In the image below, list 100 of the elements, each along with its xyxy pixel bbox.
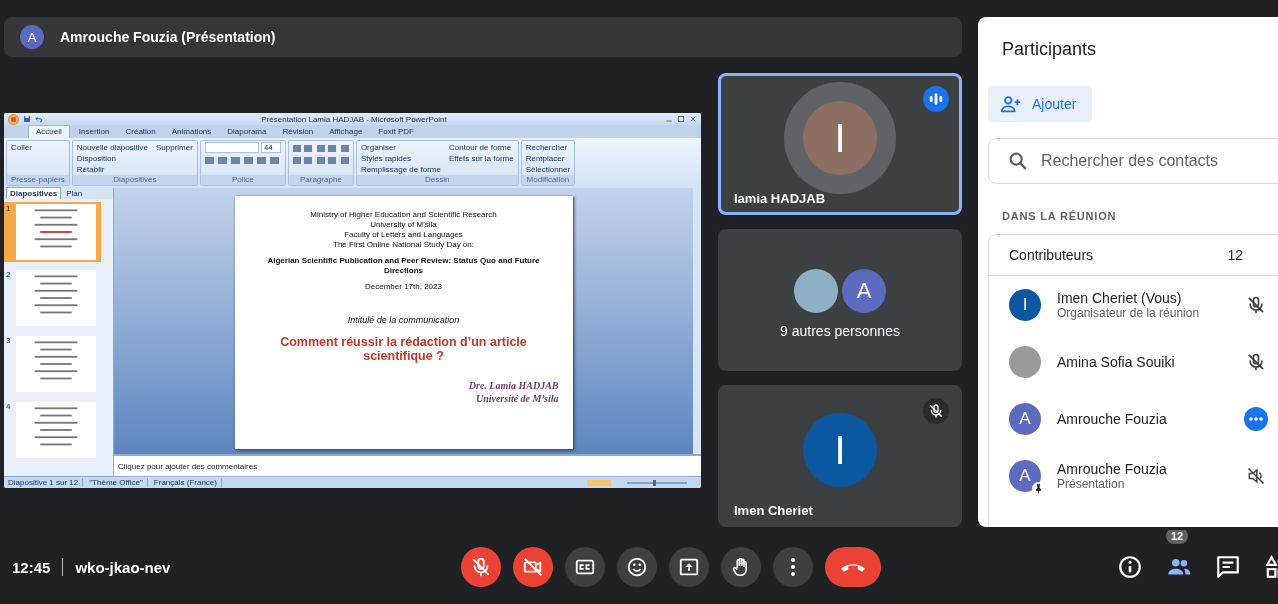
microphone-off-icon — [470, 556, 492, 578]
ribbon-tab[interactable]: Révision — [275, 126, 321, 138]
maximize-icon[interactable] — [677, 115, 685, 123]
present-button[interactable] — [669, 547, 709, 587]
ribbon-tab[interactable]: Diaporama — [220, 126, 274, 138]
camera-button[interactable] — [513, 547, 553, 587]
group-label: Contributeurs — [1009, 247, 1094, 263]
font-size-field[interactable]: 44 — [260, 142, 281, 153]
ribbon-button[interactable]: Sélectionner — [525, 164, 571, 175]
photo-placeholder — [794, 269, 838, 313]
participant-name: Imen Cheriet (Vous) — [1057, 289, 1183, 306]
ribbon-button[interactable]: Rechercher — [525, 142, 571, 153]
font-name-field[interactable] — [204, 142, 259, 153]
ribbon-tab[interactable]: Foxit PDF — [371, 126, 421, 138]
count-badge: 12 — [1166, 530, 1189, 544]
office-button-icon[interactable] — [8, 113, 19, 125]
ribbon-group-label: Dessin — [356, 175, 518, 185]
ribbon-button[interactable]: Disposition — [76, 153, 148, 164]
slide-thumbnail[interactable]: 2 — [4, 268, 101, 328]
search-field[interactable]: Rechercher des contacts — [988, 138, 1278, 184]
participant-name: Amina Sofia Souiki — [1057, 353, 1176, 370]
participant-role: Organisateur de la réunion — [1057, 305, 1201, 320]
ribbon-button[interactable]: Organiser — [360, 142, 441, 153]
slide-number: 4 — [6, 402, 12, 413]
participant-name: Amrouche Fouzia — [1057, 460, 1168, 477]
raise-hand-button[interactable] — [721, 547, 761, 587]
avatar: I — [803, 101, 877, 175]
slide-title: Comment réussir la rédaction d’un article scientifique ? — [279, 335, 528, 363]
ribbon-tab[interactable]: Affichage — [322, 126, 370, 138]
more-vertical-icon — [790, 557, 796, 577]
ribbon-button[interactable]: Rétablir — [76, 164, 148, 175]
pane-tab[interactable]: Diapositives — [6, 187, 62, 199]
status-text: "Thème Office" — [85, 478, 148, 487]
phone-hangup-icon — [841, 561, 865, 573]
slide-subtitle: Intitulé de la communication — [347, 315, 460, 325]
present-screen-icon — [678, 556, 700, 578]
chat-icon — [1215, 554, 1241, 580]
close-icon[interactable] — [689, 115, 697, 123]
ribbon-group-label: Police — [200, 175, 285, 185]
ribbon-button[interactable]: Styles rapides — [360, 153, 441, 164]
avatar: A — [20, 25, 44, 49]
save-icon[interactable] — [23, 115, 31, 123]
meeting-time: 12:45 — [12, 558, 51, 576]
pane-tab[interactable]: Plan — [63, 188, 86, 199]
ribbon-group-label: Modification — [521, 175, 575, 185]
participant-name: Imen Cheriet — [734, 503, 813, 518]
ribbon-button[interactable]: Nouvelle diapositive — [76, 142, 148, 153]
slide-thumbnail[interactable]: 1 — [4, 202, 101, 262]
microphone-button[interactable] — [461, 547, 501, 587]
participant-row[interactable]: Amina Sofia Souiki — [989, 333, 1278, 390]
slide-number: 3 — [6, 336, 12, 347]
slide-thumbnail[interactable]: 4 — [4, 400, 101, 460]
section-label: DANS LA RÉUNION — [1001, 209, 1118, 224]
status-text: Diapositive 1 sur 12 — [4, 478, 84, 487]
slide-header-line: The First Online National Study Day on: — [332, 240, 475, 250]
more-options-button[interactable] — [773, 547, 813, 587]
info-icon — [1117, 554, 1143, 580]
paragraph-buttons-drawing — [292, 145, 349, 164]
slide-author: Dre. Lamia HADJAB — [468, 379, 559, 392]
slide-header-line: Ministry of Higher Education and Scientific Research — [310, 210, 497, 220]
ribbon-button[interactable]: Effets sur la forme — [448, 153, 514, 164]
ribbon-tab[interactable]: Création — [118, 126, 163, 138]
participant-row[interactable]: A Amrouche Fouzia Présentation — [989, 447, 1278, 504]
status-text: Français (France) — [149, 478, 222, 487]
slide-number: 2 — [6, 270, 12, 281]
ribbon-button[interactable]: Remplissage de forme — [360, 164, 441, 175]
slide-thumbnail[interactable]: 3 — [4, 334, 101, 394]
slide-affiliation: Université de M’sila — [474, 392, 559, 405]
emoji-icon — [626, 556, 648, 578]
participant-name: Amrouche Fouzia — [1057, 410, 1168, 427]
ribbon-tab[interactable]: Insertion — [71, 126, 117, 138]
group-count: 12 — [1227, 247, 1243, 263]
ribbon-group-label: Presse-papiers — [7, 175, 69, 185]
participant-row[interactable]: A Amrouche Fouzia — [989, 390, 1278, 447]
chat-button[interactable] — [1215, 554, 1241, 580]
ribbon-button[interactable]: Remplacer — [525, 153, 571, 164]
participant-name: Iamia HADJAB — [734, 191, 826, 206]
ribbon-button[interactable]: Coller — [11, 142, 65, 153]
captions-button[interactable] — [565, 547, 605, 587]
participant-row[interactable]: I Imen Cheriet (Vous) Organisateur de la réunion — [989, 276, 1278, 333]
others-count-label: 9 autres personnes — [780, 323, 900, 339]
camera-off-icon — [522, 556, 544, 578]
ribbon-button[interactable]: Supprimer — [155, 142, 193, 153]
ribbon-button[interactable]: Contour de forme — [448, 142, 514, 153]
notes-field[interactable]: Cliquez pour ajouter des commentaires — [114, 454, 701, 476]
leave-call-button[interactable] — [825, 547, 881, 587]
ribbon-tab[interactable]: Animations — [164, 126, 219, 138]
ribbon-tab[interactable]: Accueil — [28, 125, 70, 138]
meeting-details-button[interactable] — [1117, 554, 1143, 580]
slide-header-line: Faculty of Letters and Languages — [343, 230, 464, 240]
participant-role: Présentation — [1057, 476, 1126, 491]
window-title: Présentation Lamia HADJAB - Microsoft PowerPoint — [260, 114, 448, 124]
ribbon-group-label: Paragraphe — [288, 175, 353, 185]
add-people-button[interactable]: Ajouter — [988, 86, 1093, 122]
search-icon — [1007, 150, 1029, 172]
undo-icon[interactable] — [35, 115, 43, 123]
reactions-button[interactable] — [617, 547, 657, 587]
avatar: I — [803, 413, 877, 487]
avatar: I — [1009, 288, 1041, 321]
panel-title: Participants — [1001, 38, 1098, 61]
